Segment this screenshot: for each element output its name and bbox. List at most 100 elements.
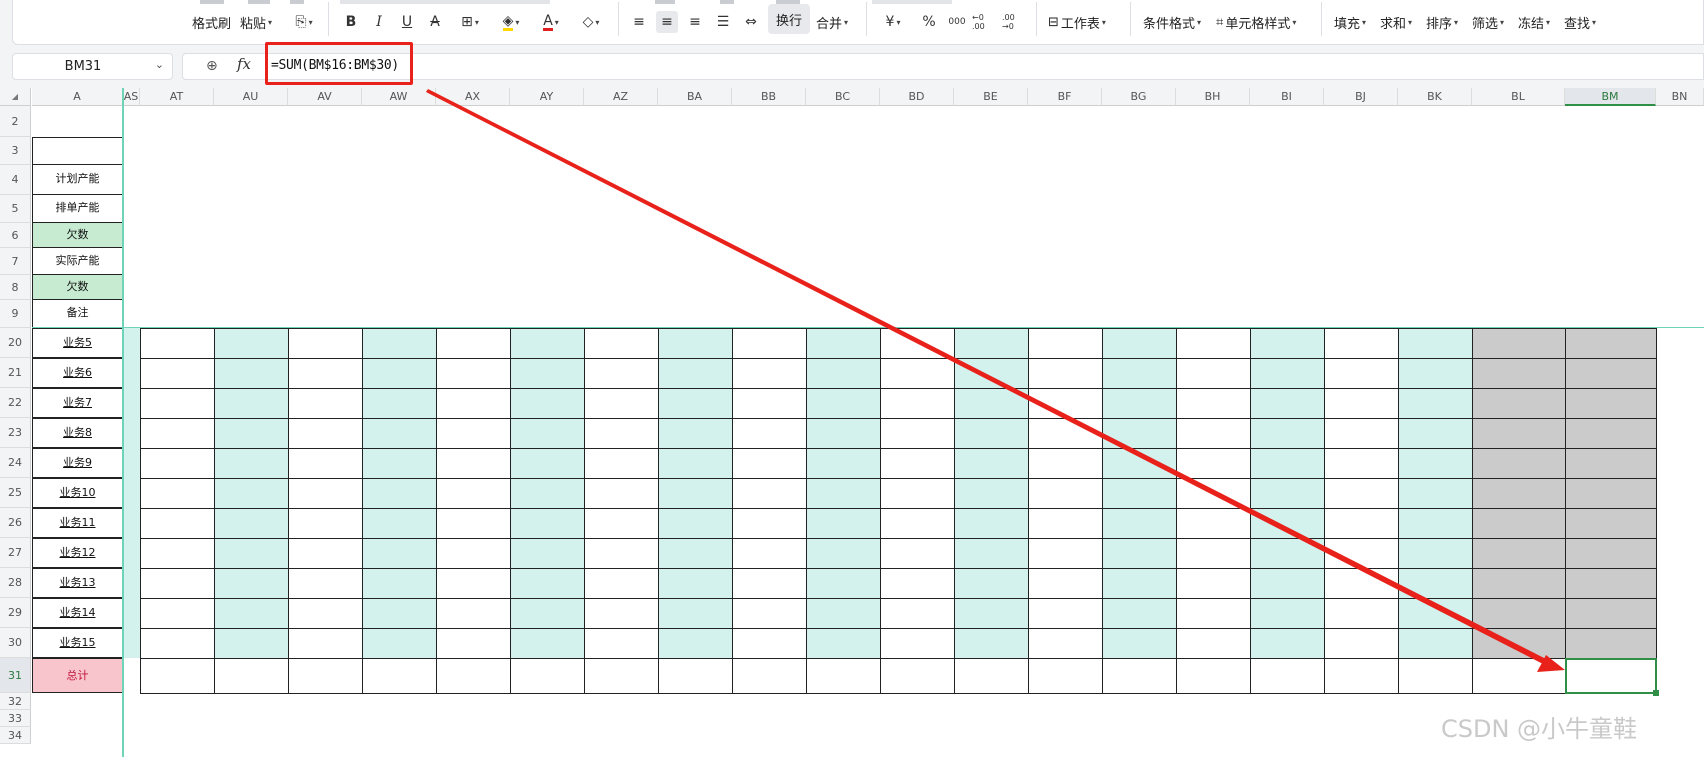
cell-AS22[interactable] [123,388,140,418]
row-header-25[interactable]: 25 [0,478,31,508]
column-header-BG[interactable]: BG [1102,88,1176,106]
column-header-BH[interactable]: BH [1176,88,1250,106]
cell-BK21[interactable] [1398,358,1473,389]
row-header-31[interactable]: 31 [0,658,31,693]
cell-BG20[interactable] [1102,328,1177,359]
cell-AT26[interactable] [140,508,215,539]
zoom-icon[interactable]: ⊕ [206,58,218,74]
cell-AS26[interactable] [123,508,140,538]
cell-AX23[interactable] [436,418,511,449]
column-header-BI[interactable]: BI [1250,88,1324,106]
cell-BG29[interactable] [1102,598,1177,629]
column-header-BK[interactable]: BK [1398,88,1472,106]
cell-BH31[interactable] [1176,658,1251,694]
cell-A4[interactable]: 计划产能 [32,164,123,195]
column-header-BC[interactable]: BC [806,88,880,106]
cell-A21[interactable]: 业务6 [32,358,123,388]
sum-button[interactable]: 求和 ▾ [1380,11,1412,33]
row-header-32[interactable]: 32 [0,693,31,710]
cell-BK30[interactable] [1398,628,1473,659]
cell-AZ24[interactable] [584,448,659,479]
cell-BI23[interactable] [1250,418,1325,449]
cell-AV23[interactable] [288,418,363,449]
cell-AZ31[interactable] [584,658,659,694]
cell-AX27[interactable] [436,538,511,569]
cell-BC20[interactable] [806,328,881,359]
cell-BF28[interactable] [1028,568,1103,599]
cell-AU31[interactable] [214,658,289,694]
row-header-20[interactable]: 20 [0,328,31,358]
cell-AV21[interactable] [288,358,363,389]
cell-BJ22[interactable] [1324,388,1399,419]
cell-BL22[interactable] [1472,388,1566,419]
cell-BK27[interactable] [1398,538,1473,569]
cell-BF29[interactable] [1028,598,1103,629]
cell-BI31[interactable] [1250,658,1325,694]
cell-AU23[interactable] [214,418,289,449]
cell-BM21[interactable] [1565,358,1657,389]
cell-BF20[interactable] [1028,328,1103,359]
cell-AZ26[interactable] [584,508,659,539]
cell-AT28[interactable] [140,568,215,599]
cell-AY29[interactable] [510,598,585,629]
row-header-6[interactable]: 6 [0,223,31,248]
column-header-BF[interactable]: BF [1028,88,1102,106]
distribute-button[interactable]: ⇔ [740,11,762,33]
cell-AZ21[interactable] [584,358,659,389]
cell-BD20[interactable] [880,328,955,359]
cell-BF21[interactable] [1028,358,1103,389]
cell-AY20[interactable] [510,328,585,359]
row-header-33[interactable]: 33 [0,710,31,727]
cell-AV22[interactable] [288,388,363,419]
cell-BJ31[interactable] [1324,658,1399,694]
cell-AT24[interactable] [140,448,215,479]
cell-BB25[interactable] [732,478,807,509]
cell-BG23[interactable] [1102,418,1177,449]
wrap-text-button[interactable]: 换行 [768,4,811,34]
cell-BI25[interactable] [1250,478,1325,509]
cell-A28[interactable]: 业务13 [32,568,123,598]
cell-AV31[interactable] [288,658,363,694]
cell-AX21[interactable] [436,358,511,389]
cell-AV20[interactable] [288,328,363,359]
row-header-34[interactable]: 34 [0,727,31,744]
cell-BL27[interactable] [1472,538,1566,569]
cell-AS20[interactable] [123,328,140,358]
cell-AT22[interactable] [140,388,215,419]
cell-AW24[interactable] [362,448,437,479]
cell-BB23[interactable] [732,418,807,449]
cell-AU28[interactable] [214,568,289,599]
cell-BE29[interactable] [954,598,1029,629]
cell-BA27[interactable] [658,538,733,569]
column-header-AW[interactable]: AW [362,88,436,106]
cell-BC21[interactable] [806,358,881,389]
row-header-7[interactable]: 7 [0,248,31,275]
cell-A9[interactable]: 备注 [32,299,123,328]
bold-button[interactable]: B [340,11,362,33]
cell-BE21[interactable] [954,358,1029,389]
cell-AV28[interactable] [288,568,363,599]
cell-BM30[interactable] [1565,628,1657,659]
cell-AZ27[interactable] [584,538,659,569]
cell-BF31[interactable] [1028,658,1103,694]
cell-BF27[interactable] [1028,538,1103,569]
cell-AZ20[interactable] [584,328,659,359]
column-header-AY[interactable]: AY [510,88,584,106]
cell-BB26[interactable] [732,508,807,539]
cell-BJ26[interactable] [1324,508,1399,539]
cell-AY23[interactable] [510,418,585,449]
row-header-29[interactable]: 29 [0,598,31,628]
row-header-8[interactable]: 8 [0,275,31,300]
cell-AV24[interactable] [288,448,363,479]
column-header-BM[interactable]: BM [1565,88,1656,106]
cell-AY31[interactable] [510,658,585,694]
cell-BE26[interactable] [954,508,1029,539]
cell-BE25[interactable] [954,478,1029,509]
italic-button[interactable]: I [368,11,390,33]
cell-BL30[interactable] [1472,628,1566,659]
cell-BK22[interactable] [1398,388,1473,419]
row-header-26[interactable]: 26 [0,508,31,538]
cell-AZ29[interactable] [584,598,659,629]
cell-AX30[interactable] [436,628,511,659]
cell-BM23[interactable] [1565,418,1657,449]
